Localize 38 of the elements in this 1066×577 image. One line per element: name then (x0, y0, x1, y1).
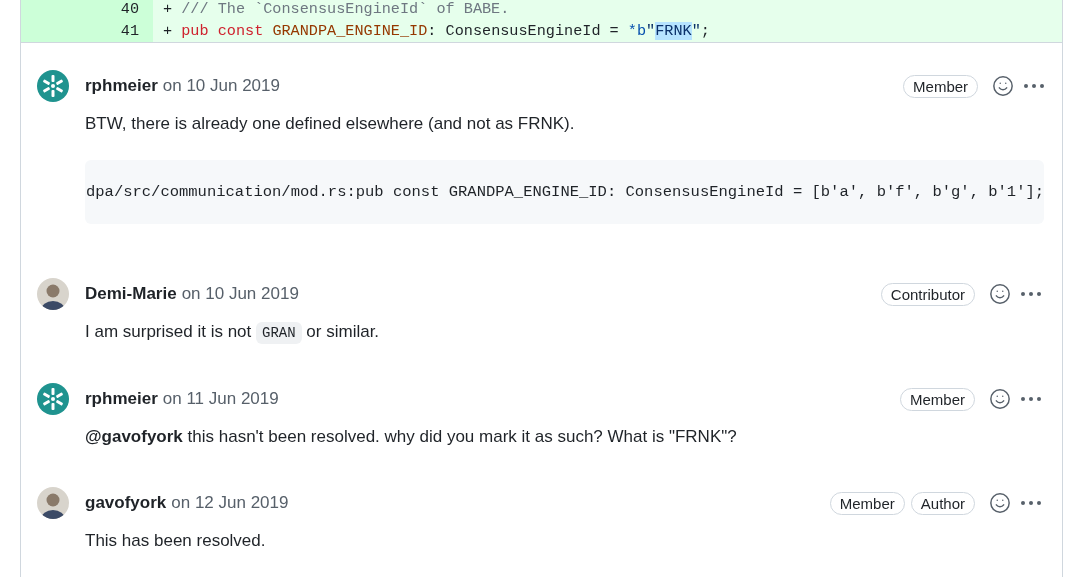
comment-text: BTW, there is already one defined elsewhere (and not as FRNK). (85, 113, 576, 135)
reaction-button[interactable] (989, 492, 1011, 514)
ellipsis-icon (1021, 292, 1041, 296)
comment-text: This has been resolved. (85, 530, 267, 552)
reaction-button[interactable] (992, 75, 1015, 97)
more-options-button[interactable] (1021, 292, 1041, 296)
author-name[interactable]: rphmeier (85, 389, 158, 409)
ellipsis-icon (1024, 84, 1045, 88)
code-line: + pub const GRANDPA_ENGINE_ID: ConsensusEngineId = *b"FRNK"; (162, 21, 710, 42)
avatar-icon[interactable] (37, 278, 69, 310)
comment-text: I am surprised it is not GRAN or similar. (85, 320, 1041, 345)
smile-icon (989, 492, 1011, 514)
smile-icon (989, 283, 1011, 305)
ellipsis-icon (1021, 501, 1041, 505)
author-name[interactable]: Demi-Marie (85, 284, 177, 304)
comment-date: on 12 Jun 2019 (171, 493, 290, 513)
avatar-icon[interactable] (37, 487, 69, 519)
code-line: + /// The `ConsensusEngineId` of BABE. (162, 0, 510, 20)
comment-date: on 10 Jun 2019 (181, 284, 300, 304)
code-block: dpa/src/communication/mod.rs:pub const GRANDPA_ENGINE_ID: ConsensusEngineId = [b'a', b'f', b'g', b'1']; (85, 160, 1045, 224)
author-name[interactable]: rphmeier (85, 76, 158, 96)
avatar-icon[interactable] (37, 70, 69, 102)
comment-date: on 11 Jun 2019 (162, 389, 280, 409)
smile-icon (989, 388, 1011, 410)
line-number: 41 (21, 20, 153, 42)
reaction-button[interactable] (989, 388, 1011, 410)
reaction-button[interactable] (989, 283, 1011, 305)
more-options-button[interactable] (1021, 397, 1041, 401)
comment-date: on 10 Jun 2019 (162, 76, 281, 96)
more-options-button[interactable] (1021, 501, 1041, 505)
ellipsis-icon (1021, 397, 1041, 401)
avatar-icon[interactable] (37, 383, 69, 415)
inline-code: GRAN (256, 322, 302, 344)
line-number: 40 (21, 0, 153, 20)
comment-text: @gavofyork this hasn't been resolved. why did you mark it as such? What is "FRNK"? (85, 426, 738, 448)
smile-icon (992, 75, 1015, 97)
more-options-button[interactable] (1024, 84, 1045, 88)
author-name[interactable]: gavofyork (85, 493, 167, 513)
